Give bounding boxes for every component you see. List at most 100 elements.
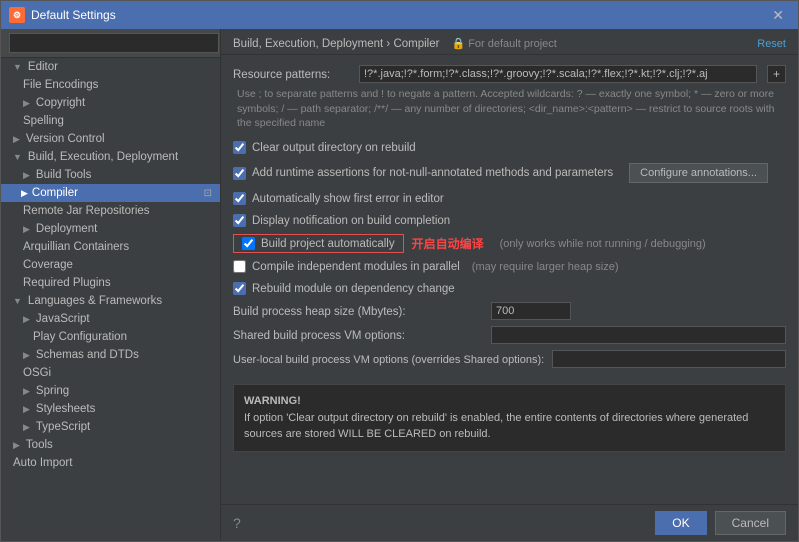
app-icon: ⚙	[9, 7, 25, 23]
sidebar-item-languages[interactable]: ▼ Languages & Frameworks	[1, 292, 220, 310]
sidebar-item-spring[interactable]: ▶ Spring	[1, 382, 220, 400]
sidebar-item-file-encodings[interactable]: File Encodings	[1, 76, 220, 94]
sidebar-item-play-config[interactable]: Play Configuration	[1, 328, 220, 346]
sidebar-item-schemas[interactable]: ▶ Schemas and DTDs	[1, 346, 220, 364]
sidebar-label: Arquillian Containers	[23, 241, 129, 253]
sidebar-item-javascript[interactable]: ▶ JavaScript	[1, 310, 220, 328]
cancel-button[interactable]: Cancel	[715, 511, 786, 535]
sidebar-item-editor[interactable]: ▼ Editor	[1, 58, 220, 76]
close-button[interactable]: ✕	[766, 5, 790, 26]
help-button[interactable]: ?	[233, 515, 241, 531]
reset-link[interactable]: Reset	[757, 38, 786, 50]
add-pattern-button[interactable]: +	[767, 65, 786, 83]
sidebar-label: Schemas and DTDs	[36, 349, 139, 361]
build-auto-row: Build project automatically 开启自动编译 (only…	[233, 234, 786, 253]
checkbox-auto-show: Automatically show first error in editor	[233, 190, 786, 207]
sidebar-label: Remote Jar Repositories	[23, 205, 150, 217]
breadcrumb-note: 🔒 For default project	[451, 37, 556, 50]
sidebar-item-arquillian[interactable]: Arquillian Containers	[1, 238, 220, 256]
shared-vm-label: Shared build process VM options:	[233, 328, 483, 342]
resource-patterns-row: Resource patterns: +	[233, 65, 786, 83]
auto-show-label: Automatically show first error in editor	[252, 193, 444, 205]
breadcrumb: Build, Execution, Deployment › Compiler …	[233, 37, 557, 50]
configure-annotations-button[interactable]: Configure annotations...	[629, 163, 768, 183]
content-body: Resource patterns: + Use ; to separate p…	[221, 55, 798, 504]
window-title: Default Settings	[31, 8, 116, 22]
arrow-icon: ▼	[13, 62, 22, 72]
sidebar-item-compiler[interactable]: ▶ Compiler ⊡	[1, 184, 220, 202]
sidebar-label: Required Plugins	[23, 277, 111, 289]
title-bar-left: ⚙ Default Settings	[9, 7, 116, 23]
sidebar-item-osgi[interactable]: OSGi	[1, 364, 220, 382]
sidebar-item-spelling[interactable]: Spelling	[1, 112, 220, 130]
sidebar-label: Tools	[26, 439, 53, 451]
checkbox-display-notif: Display notification on build completion	[233, 212, 786, 229]
main-area: ▼ Editor File Encodings ▶ Copyright Spel…	[1, 29, 798, 541]
build-auto-note: (only works while not running / debuggin…	[500, 238, 706, 250]
clear-output-label: Clear output directory on rebuild	[252, 142, 416, 154]
arrow-icon: ▼	[13, 296, 22, 306]
sidebar-item-tools[interactable]: ▶ Tools	[1, 436, 220, 454]
warning-box: WARNING! If option 'Clear output directo…	[233, 384, 786, 452]
auto-show-checkbox[interactable]	[233, 192, 246, 205]
build-auto-checkbox[interactable]	[242, 237, 255, 250]
shared-vm-input[interactable]	[491, 326, 786, 344]
compile-parallel-checkbox[interactable]	[233, 260, 246, 273]
add-runtime-checkbox[interactable]	[233, 167, 246, 180]
sidebar-label: TypeScript	[36, 421, 90, 433]
footer: ? OK Cancel	[221, 504, 798, 541]
sidebar-label: Editor	[28, 61, 58, 73]
sidebar-label: Copyright	[36, 97, 85, 109]
compile-parallel-label: Compile independent modules in parallel	[252, 261, 460, 273]
breadcrumb-text: Build, Execution, Deployment › Compiler	[233, 38, 439, 50]
sidebar-item-auto-import[interactable]: Auto Import	[1, 454, 220, 472]
clear-output-checkbox[interactable]	[233, 141, 246, 154]
sidebar-item-remote-jar[interactable]: Remote Jar Repositories	[1, 202, 220, 220]
build-auto-label: Build project automatically	[261, 238, 395, 250]
resource-patterns-input[interactable]	[359, 65, 757, 83]
sidebar-label: JavaScript	[36, 313, 90, 325]
heap-size-input[interactable]	[491, 302, 571, 320]
compile-parallel-note: (may require larger heap size)	[472, 261, 619, 273]
compiler-icon: ⊡	[204, 188, 212, 199]
rebuild-label: Rebuild module on dependency change	[252, 283, 455, 295]
hint-text: Use ; to separate patterns and ! to nega…	[233, 87, 786, 131]
warning-text: If option 'Clear output directory on reb…	[244, 412, 748, 441]
sidebar-item-copyright[interactable]: ▶ Copyright	[1, 94, 220, 112]
add-runtime-label: Add runtime assertions for not-null-anno…	[252, 167, 613, 179]
sidebar-label: Version Control	[26, 133, 105, 145]
sidebar-label: Stylesheets	[36, 403, 95, 415]
arrow-icon: ▶	[23, 314, 30, 325]
ok-button[interactable]: OK	[655, 511, 706, 535]
sidebar-label: Auto Import	[13, 457, 72, 469]
content-area: Build, Execution, Deployment › Compiler …	[221, 29, 798, 541]
search-input[interactable]	[9, 33, 219, 53]
arrow-icon: ▶	[23, 422, 30, 433]
shared-vm-row: Shared build process VM options:	[233, 326, 786, 344]
arrow-icon: ▶	[23, 224, 30, 235]
display-notif-label: Display notification on build completion	[252, 215, 450, 227]
sidebar-item-build-tools[interactable]: ▶ Build Tools	[1, 166, 220, 184]
title-bar: ⚙ Default Settings ✕	[1, 1, 798, 29]
arrow-icon: ▶	[13, 440, 20, 451]
sidebar-item-version-control[interactable]: ▶ Version Control	[1, 130, 220, 148]
checkbox-rebuild: Rebuild module on dependency change	[233, 280, 786, 297]
arrow-icon: ▶	[23, 404, 30, 415]
sidebar-item-deployment[interactable]: ▶ Deployment	[1, 220, 220, 238]
arrow-icon: ▶	[23, 350, 30, 361]
sidebar-item-coverage[interactable]: Coverage	[1, 256, 220, 274]
rebuild-checkbox[interactable]	[233, 282, 246, 295]
main-window: ⚙ Default Settings ✕ ▼ Editor File Encod…	[0, 0, 799, 542]
user-local-vm-label: User-local build process VM options (ove…	[233, 352, 544, 366]
arrow-icon: ▶	[23, 170, 30, 181]
sidebar-item-stylesheets[interactable]: ▶ Stylesheets	[1, 400, 220, 418]
sidebar-item-required-plugins[interactable]: Required Plugins	[1, 274, 220, 292]
sidebar-item-typescript[interactable]: ▶ TypeScript	[1, 418, 220, 436]
build-auto-box: Build project automatically	[233, 234, 404, 253]
sidebar-item-build-execution[interactable]: ▼ Build, Execution, Deployment	[1, 148, 220, 166]
display-notif-checkbox[interactable]	[233, 214, 246, 227]
sidebar-label: Play Configuration	[33, 331, 127, 343]
sidebar-label: Spring	[36, 385, 69, 397]
checkbox-clear-output: Clear output directory on rebuild	[233, 139, 786, 156]
user-local-vm-input[interactable]	[552, 350, 786, 368]
